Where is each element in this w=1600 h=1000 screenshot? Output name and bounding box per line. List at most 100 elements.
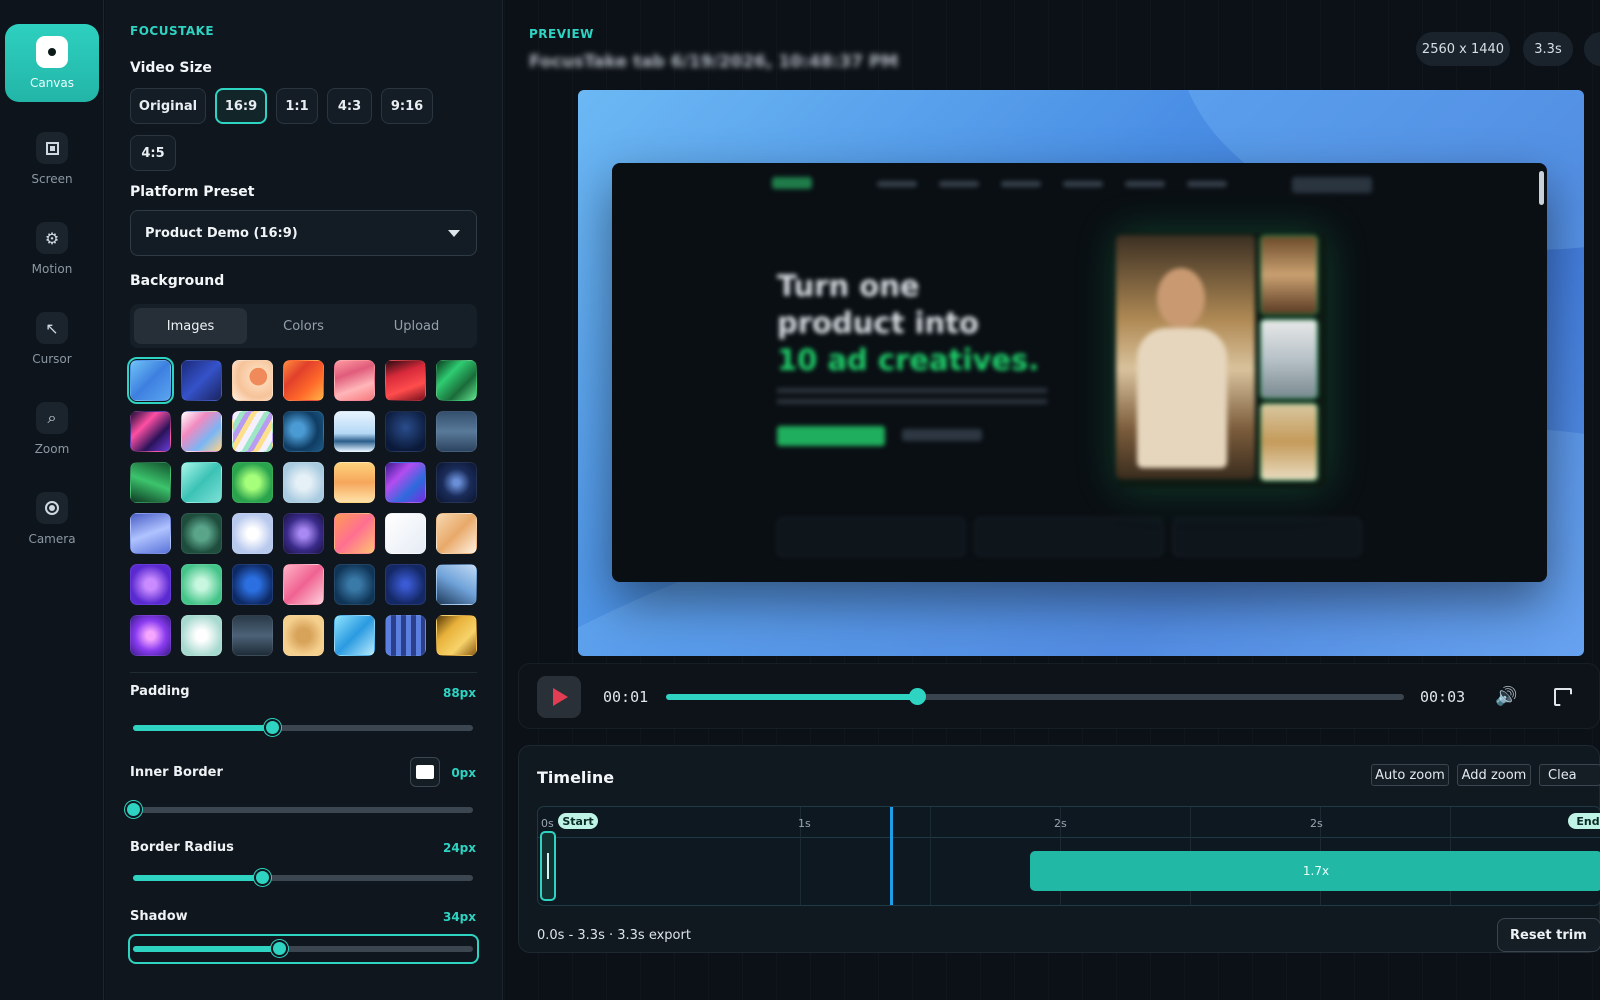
auto-zoom-button[interactable]: Auto zoom	[1371, 764, 1449, 786]
size-option-9-16[interactable]: 9:16	[381, 88, 433, 124]
background-swatch[interactable]	[130, 513, 171, 554]
background-swatch[interactable]	[436, 411, 477, 452]
slider-fill	[133, 946, 280, 952]
player-controls: 00:01 00:03 🔊	[518, 663, 1600, 729]
platform-preset-value: Product Demo (16:9)	[145, 225, 298, 241]
add-zoom-button[interactable]: Add zoom	[1457, 764, 1531, 786]
volume-icon[interactable]: 🔊	[1495, 686, 1517, 707]
background-swatch[interactable]	[385, 411, 426, 452]
background-swatch[interactable]	[334, 564, 375, 605]
background-swatch[interactable]	[385, 564, 426, 605]
background-swatch[interactable]	[385, 513, 426, 554]
size-option-4-3[interactable]: 4:3	[327, 88, 372, 124]
thumbnail	[1260, 403, 1318, 481]
rail-item-screen[interactable]: Screen	[5, 120, 99, 198]
background-swatch[interactable]	[232, 513, 273, 554]
preview-canvas: Turn one product into 10 ad creatives.	[578, 90, 1584, 656]
platform-preset-heading: Platform Preset	[130, 184, 255, 200]
feature-cards	[777, 518, 1361, 556]
size-option-1-1[interactable]: 1:1	[276, 88, 318, 124]
background-swatch[interactable]	[181, 615, 222, 656]
padding-slider[interactable]	[133, 719, 473, 736]
background-swatch[interactable]	[283, 615, 324, 656]
playback-scrubber[interactable]	[666, 688, 1404, 705]
size-option-4-5[interactable]: 4:5	[130, 135, 176, 171]
rail-item-zoom[interactable]: ⌕ Zoom	[5, 390, 99, 468]
background-swatch[interactable]	[334, 462, 375, 503]
background-swatch[interactable]	[436, 564, 477, 605]
playhead[interactable]	[890, 807, 893, 905]
tick-label: 0s	[541, 817, 554, 830]
background-swatch[interactable]	[436, 462, 477, 503]
background-swatch[interactable]	[232, 462, 273, 503]
background-swatch[interactable]	[436, 360, 477, 401]
clear-button[interactable]: Clea	[1539, 764, 1600, 786]
background-swatch[interactable]	[232, 360, 273, 401]
background-swatch[interactable]	[130, 564, 171, 605]
background-swatch[interactable]	[130, 615, 171, 656]
platform-preset-select[interactable]: Product Demo (16:9)	[130, 210, 477, 256]
inner-border-value: 0px	[451, 766, 476, 780]
shadow-slider[interactable]	[133, 940, 473, 957]
extra-pill[interactable]: P	[1584, 32, 1600, 66]
border-radius-slider[interactable]	[133, 869, 473, 886]
tab-colors[interactable]: Colors	[247, 308, 360, 344]
fullscreen-icon[interactable]	[1554, 688, 1572, 706]
inner-border-color-button[interactable]	[410, 757, 440, 787]
cursor-icon: ↖	[36, 312, 68, 344]
background-swatch[interactable]	[283, 513, 324, 554]
background-swatch[interactable]	[181, 411, 222, 452]
play-button[interactable]	[537, 676, 581, 718]
tool-rail: Canvas Screen ⚙ Motion ↖ Cursor ⌕ Zoom C…	[0, 0, 104, 1000]
slider-knob[interactable]	[264, 719, 282, 736]
trim-start-handle[interactable]	[540, 831, 556, 901]
slider-knob[interactable]	[125, 801, 142, 818]
scrollbar[interactable]	[1539, 171, 1544, 205]
background-swatch[interactable]	[283, 360, 324, 401]
size-option-16-9[interactable]: 16:9	[215, 88, 267, 124]
background-swatch[interactable]	[232, 564, 273, 605]
slider-knob[interactable]	[254, 869, 272, 886]
slider-fill	[133, 725, 273, 731]
size-option-original[interactable]: Original	[130, 88, 206, 124]
zoom-icon: ⌕	[36, 402, 68, 434]
background-swatch[interactable]	[181, 564, 222, 605]
rail-item-motion[interactable]: ⚙ Motion	[5, 210, 99, 288]
timeline-track[interactable]: 0s Start 1s 2s 2s End 1.7x	[537, 806, 1600, 906]
background-swatch[interactable]	[130, 411, 171, 452]
background-swatch[interactable]	[232, 411, 273, 452]
background-swatch[interactable]	[130, 462, 171, 503]
background-swatch[interactable]	[334, 360, 375, 401]
background-swatch[interactable]	[283, 411, 324, 452]
captured-screen: Turn one product into 10 ad creatives.	[612, 163, 1547, 582]
background-swatch[interactable]	[283, 462, 324, 503]
background-swatch[interactable]	[181, 513, 222, 554]
tab-images[interactable]: Images	[134, 308, 247, 344]
rail-item-canvas[interactable]: Canvas	[5, 24, 99, 102]
background-swatch[interactable]	[385, 462, 426, 503]
background-swatch[interactable]	[334, 411, 375, 452]
background-swatch[interactable]	[436, 615, 477, 656]
tick-label: 1s	[798, 817, 811, 830]
current-time: 00:01	[603, 688, 649, 706]
hero-headline: Turn one product into 10 ad creatives.	[777, 269, 1040, 377]
inner-border-slider[interactable]	[125, 801, 473, 818]
background-swatch[interactable]	[283, 564, 324, 605]
preview-label: PREVIEW	[529, 27, 594, 41]
zoom-segment[interactable]: 1.7x	[1030, 851, 1600, 891]
background-swatch[interactable]	[385, 615, 426, 656]
background-swatch[interactable]	[385, 360, 426, 401]
rail-item-camera[interactable]: Camera	[5, 480, 99, 558]
tab-upload[interactable]: Upload	[360, 308, 473, 344]
background-swatch[interactable]	[436, 513, 477, 554]
background-swatch[interactable]	[181, 462, 222, 503]
reset-trim-button[interactable]: Reset trim	[1497, 918, 1600, 952]
rail-item-cursor[interactable]: ↖ Cursor	[5, 300, 99, 378]
background-swatch[interactable]	[181, 360, 222, 401]
playback-knob[interactable]	[908, 688, 926, 705]
background-swatch[interactable]	[334, 513, 375, 554]
background-swatch[interactable]	[232, 615, 273, 656]
background-swatch[interactable]	[334, 615, 375, 656]
background-swatch[interactable]	[127, 357, 174, 404]
motion-icon: ⚙	[36, 222, 68, 254]
